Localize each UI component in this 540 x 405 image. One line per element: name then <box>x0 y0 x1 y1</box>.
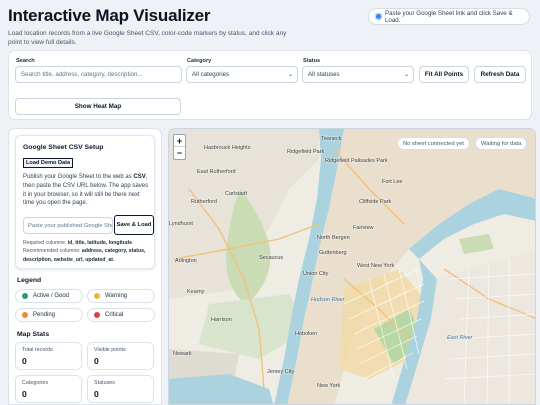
category-select[interactable]: All categories ⌄ <box>186 66 298 83</box>
status-message: Paste your Google Sheet link and click S… <box>368 8 530 25</box>
page-title: Interactive Map Visualizer <box>8 6 211 25</box>
sidebar: Google Sheet CSV Setup Load Demo Data Pu… <box>8 128 162 405</box>
status-label: Status <box>303 58 321 64</box>
stat-label: Visible points <box>94 347 126 353</box>
zoom-in-button[interactable]: + <box>174 135 185 147</box>
search-label: Search <box>16 58 35 64</box>
status-message-text: Paste your Google Sheet link and click S… <box>384 9 513 24</box>
map-place-label: Ridgefield Park <box>287 149 325 155</box>
status-dot-icon <box>22 312 28 318</box>
refresh-data-button[interactable]: Refresh Data <box>474 66 526 83</box>
legend-item: Warning <box>87 289 155 303</box>
map-place-label: Union City <box>303 271 329 277</box>
stat-value: 0 <box>22 356 27 366</box>
map-place-label: East Rutherford <box>197 169 236 175</box>
page-subtitle: Load location records from a live Google… <box>8 30 287 46</box>
map-place-label: Jersey City <box>267 369 295 375</box>
legend-item-label: Pending <box>33 312 56 318</box>
legend-item: Pending <box>15 308 83 322</box>
stat-value: 0 <box>94 389 99 399</box>
stat-value: 0 <box>94 356 99 366</box>
data-status-pill: Waiting for data <box>475 137 528 150</box>
map-place-label: Palisades Park <box>351 158 388 164</box>
map-place-label: West New York <box>357 263 395 269</box>
map-stats-title: Map Stats <box>17 331 50 338</box>
map-place-label: Fairview <box>353 225 374 231</box>
save-and-load-button[interactable]: Save & Load <box>114 215 154 235</box>
map-place-label: Hudson River <box>311 297 345 303</box>
legend-item-label: Warning <box>105 293 128 299</box>
column-requirements: Required columns: id, title, latitude, l… <box>23 240 146 263</box>
map-place-label: Arlington <box>175 258 197 264</box>
stat-card: Statuses 0 <box>87 375 154 403</box>
map-place-label: Guttenberg <box>319 250 347 256</box>
map-view[interactable]: + − No sheet connected yet Waiting for d… <box>168 128 536 405</box>
load-demo-data-button[interactable]: Load Demo Data <box>23 158 74 168</box>
stat-card: Visible points 0 <box>87 342 154 370</box>
legend-item-label: Active / Good <box>33 293 70 299</box>
sheet-status-pill: No sheet connected yet <box>397 137 470 150</box>
stat-card: Categories 0 <box>15 375 82 403</box>
status-dot-icon <box>376 14 381 19</box>
legend-item-label: Critical <box>105 312 124 318</box>
map-place-label: Harrison <box>211 317 232 323</box>
map-place-label: Lyndhurst <box>169 221 193 227</box>
sheet-setup-card: Google Sheet CSV Setup Load Demo Data Pu… <box>15 135 155 269</box>
chevron-down-icon: ⌄ <box>403 72 409 78</box>
stat-value: 0 <box>22 389 27 399</box>
map-place-label: East River <box>447 335 473 341</box>
stat-card: Total records 0 <box>15 342 82 370</box>
zoom-control: + − <box>173 134 186 160</box>
map-place-label: Ridgefield <box>325 158 350 164</box>
stat-label: Statuses <box>94 380 115 386</box>
map-place-label: Teaneck <box>321 136 342 142</box>
category-select-value: All categories <box>192 71 230 78</box>
legend-title: Legend <box>17 277 42 284</box>
legend-item: Critical <box>87 308 155 322</box>
map-place-label: Hoboken <box>295 331 318 337</box>
status-select-value: All statuses <box>308 71 340 78</box>
map-place-label: Hasbrouck Heights <box>204 145 251 151</box>
chevron-down-icon: ⌄ <box>287 72 293 78</box>
heat-map-toggle-button[interactable]: Show Heat Map <box>15 98 181 115</box>
status-dot-icon <box>94 312 100 318</box>
zoom-out-button[interactable]: − <box>174 147 185 159</box>
map-place-label: Newark <box>173 351 192 357</box>
page-header: Interactive Map Visualizer Load location… <box>8 6 308 47</box>
map-place-label: Rutherford <box>191 199 217 205</box>
map-place-label: New York <box>317 383 341 389</box>
stat-label: Categories <box>22 380 49 386</box>
category-label: Category <box>187 58 212 64</box>
map-place-label: North Bergen <box>317 235 350 241</box>
status-dot-icon <box>22 293 28 299</box>
status-select[interactable]: All statuses ⌄ <box>302 66 414 83</box>
legend-item: Active / Good <box>15 289 83 303</box>
csv-url-input[interactable]: Paste your published Google Sheet CSV UR… <box>23 217 113 234</box>
stat-label: Total records <box>22 347 53 353</box>
setup-title: Google Sheet CSV Setup <box>23 144 104 151</box>
setup-instructions: Publish your Google Sheet to the web as … <box>23 174 149 207</box>
map-place-label: Fort Lee <box>382 179 403 185</box>
search-input[interactable]: Search title, address, category, descrip… <box>15 66 182 83</box>
map-place-label: Secaucus <box>259 255 284 261</box>
map-place-label: Kearny <box>187 289 205 295</box>
controls-panel: Search Search title, address, category, … <box>8 50 532 120</box>
map-place-label: Carlstadt <box>225 191 248 197</box>
status-dot-icon <box>94 293 100 299</box>
map-place-label: Cliffside Park <box>359 199 392 205</box>
fit-all-points-button[interactable]: Fit All Points <box>419 66 469 83</box>
